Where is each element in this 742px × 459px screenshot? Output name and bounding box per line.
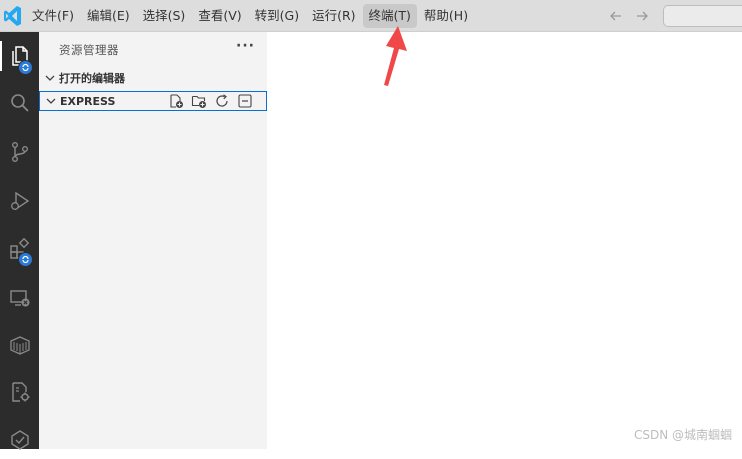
arrow-left-icon[interactable] [608, 8, 624, 24]
check-icon [10, 430, 29, 450]
container-icon [9, 336, 30, 355]
activity-bar [0, 32, 39, 450]
menu-selection[interactable]: 选择(S) [137, 4, 192, 28]
activity-remote-explorer[interactable] [0, 279, 39, 317]
package-icon [11, 382, 29, 402]
refresh-icon[interactable] [214, 93, 230, 109]
activity-run-debug[interactable] [0, 182, 39, 220]
editor-area[interactable] [267, 32, 742, 449]
sync-badge-icon [18, 252, 33, 267]
search-icon [10, 94, 29, 112]
menu-help[interactable]: 帮助(H) [418, 4, 474, 28]
chevron-down-icon [46, 98, 56, 104]
activity-extensions[interactable] [0, 230, 39, 268]
activity-search[interactable] [0, 84, 39, 122]
watermark: CSDN @城南蝈蝈 [633, 428, 732, 442]
source-control-icon [11, 142, 28, 163]
section-label: 打开的编辑器 [59, 72, 125, 85]
sync-badge-icon [18, 60, 33, 75]
annotation-arrow-icon [384, 26, 407, 86]
arrow-right-icon[interactable] [634, 8, 650, 24]
new-folder-icon[interactable] [191, 93, 207, 109]
section-label: EXPRESS [60, 94, 116, 108]
project-toolbar [161, 93, 253, 109]
menu-run[interactable]: 运行(R) [306, 4, 361, 28]
remote-explorer-icon [9, 290, 29, 307]
activity-package[interactable] [0, 373, 39, 411]
activity-explorer[interactable] [0, 37, 39, 75]
title-bar: 文件(F) 编辑(E) 选择(S) 查看(V) 转到(G) 运行(R) 终端(T… [0, 0, 742, 32]
menu-view[interactable]: 查看(V) [192, 4, 247, 28]
run-debug-icon [10, 191, 29, 211]
new-file-icon[interactable] [168, 93, 184, 109]
menu-edit[interactable]: 编辑(E) [81, 4, 136, 28]
activity-containers[interactable] [0, 326, 39, 364]
command-center-search[interactable] [663, 5, 742, 27]
section-open-editors[interactable]: 打开的编辑器 [39, 68, 267, 88]
activity-testing[interactable] [0, 421, 39, 459]
menu-go[interactable]: 转到(G) [249, 4, 305, 28]
menu-file[interactable]: 文件(F) [26, 4, 80, 28]
more-actions-button[interactable]: ··· [236, 38, 255, 54]
vscode-logo-icon [4, 6, 21, 26]
sidebar-title: 资源管理器 [59, 43, 119, 57]
activity-source-control[interactable] [0, 133, 39, 171]
collapse-all-icon[interactable] [237, 93, 253, 109]
explorer-sidebar: 资源管理器 ··· 打开的编辑器 EXPRESS [39, 32, 267, 449]
chevron-down-icon [45, 75, 55, 81]
section-express[interactable]: EXPRESS [39, 91, 267, 111]
